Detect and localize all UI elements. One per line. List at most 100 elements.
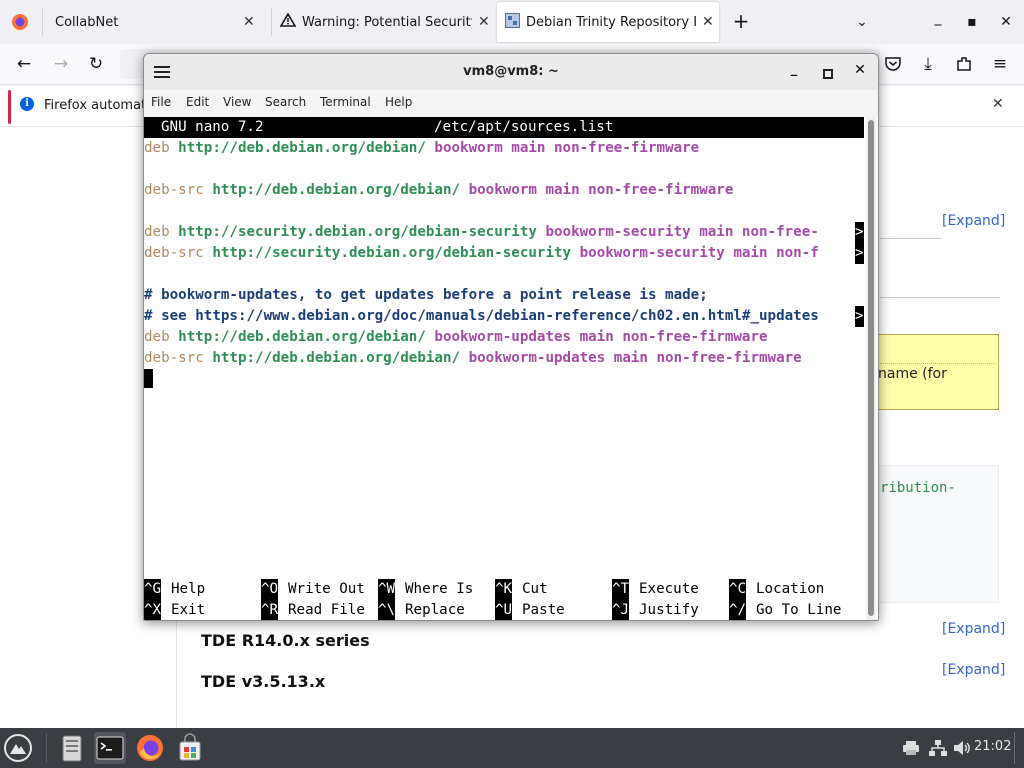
firefox-view-icon[interactable]: [10, 12, 30, 32]
pocket-icon[interactable]: [881, 52, 905, 76]
menu-terminal[interactable]: Terminal: [320, 95, 371, 109]
shortcut-key: ^/: [729, 600, 747, 620]
maximize-button[interactable]: ▪: [960, 10, 984, 34]
shortcut-label[interactable]: Write Out: [288, 579, 365, 600]
repo-url: http://deb.debian.org/debian/: [178, 329, 426, 345]
tab-title: CollabNet: [55, 14, 119, 30]
line-truncation-marker: >: [855, 222, 864, 243]
scrollbar-thumb[interactable]: [868, 120, 874, 616]
info-icon: i: [20, 97, 34, 111]
shortcut-label[interactable]: Go To Line: [756, 600, 841, 620]
close-window-button[interactable]: ✕: [994, 10, 1018, 34]
sources-list-line: deb http://security.debian.org/debian-se…: [144, 222, 819, 243]
shortcut-label[interactable]: Exit: [171, 600, 205, 620]
network-icon[interactable]: [928, 739, 948, 761]
shortcut-label[interactable]: Paste: [522, 600, 565, 620]
code-text: ribution-: [880, 480, 956, 496]
shortcut-key: ^\: [378, 600, 396, 620]
repo-type: deb-src: [144, 245, 213, 261]
notice-text: name (for: [878, 366, 947, 382]
expand-link[interactable]: [Expand]: [942, 662, 1005, 678]
reload-icon[interactable]: ↻: [84, 52, 108, 76]
repo-url: http://deb.debian.org/debian/: [212, 350, 461, 366]
expand-link[interactable]: [Expand]: [942, 213, 1005, 229]
clock[interactable]: 21:02: [974, 739, 1011, 754]
shortcut-key: ^R: [261, 600, 279, 620]
repo-url: http://security.debian.org/debian-securi…: [212, 245, 572, 261]
terminal-icon[interactable]: [94, 732, 126, 764]
shortcut-label[interactable]: Replace: [405, 600, 465, 620]
repo-url: http://deb.debian.org/debian/: [178, 140, 426, 156]
nano-version: GNU nano 7.2: [161, 119, 264, 135]
shortcut-key: ^X: [144, 600, 162, 620]
sources-list-line: # see https://www.debian.org/doc/manuals…: [144, 306, 819, 327]
shortcut-label[interactable]: Location: [756, 579, 824, 600]
shortcut-label[interactable]: Execute: [639, 579, 699, 600]
menu-search[interactable]: Search: [265, 95, 306, 109]
sources-list-line: deb http://deb.debian.org/debian/ bookwo…: [144, 327, 768, 348]
menu-file[interactable]: File: [151, 95, 171, 109]
list-all-tabs-button[interactable]: ⌄: [850, 10, 874, 34]
tab-security-warning[interactable]: Warning: Potential Security R ✕: [272, 0, 494, 44]
software-store-icon[interactable]: [174, 732, 206, 764]
terminal-titlebar[interactable]: vm8@vm8: ~ _ ✕: [144, 54, 878, 91]
menu-view[interactable]: View: [223, 95, 251, 109]
repo-url: http://security.debian.org/debian-securi…: [178, 224, 537, 240]
forward-arrow-icon[interactable]: →: [49, 52, 73, 76]
repo-components: bookworm main non-free-firmware: [460, 182, 734, 198]
minimize-button[interactable]: _: [784, 62, 804, 77]
shortcut-key: ^O: [261, 579, 279, 600]
section-heading: TDE v3.5.13.x: [201, 672, 326, 691]
repo-components: bookworm-updates main non-free-firmware: [425, 329, 768, 345]
shortcut-key: ^U: [495, 600, 513, 620]
menu-help[interactable]: Help: [385, 95, 412, 109]
sources-list-line: deb-src http://security.debian.org/debia…: [144, 243, 819, 264]
notification-text: Firefox automatic: [44, 98, 157, 113]
extensions-icon[interactable]: [952, 52, 976, 76]
tab-collabnet[interactable]: CollabNet ✕: [43, 0, 271, 44]
close-icon[interactable]: ✕: [702, 14, 714, 30]
close-window-button[interactable]: ✕: [850, 62, 870, 78]
shortcut-label[interactable]: Where Is: [405, 579, 473, 600]
volume-icon[interactable]: [952, 739, 972, 761]
file-manager-icon[interactable]: [56, 732, 88, 764]
sources-list-line: deb http://deb.debian.org/debian/ bookwo…: [144, 138, 699, 159]
minimize-button[interactable]: _: [926, 6, 950, 30]
repo-type: deb-src: [144, 350, 213, 366]
repo-type: deb-src: [144, 182, 213, 198]
repo-type: deb: [144, 224, 179, 240]
maximize-button[interactable]: [818, 64, 838, 83]
warning-icon: [279, 12, 297, 31]
close-icon[interactable]: ✕: [478, 14, 490, 30]
firefox-icon[interactable]: [134, 732, 166, 764]
downloads-icon[interactable]: ⤓: [916, 52, 940, 76]
nano-editor[interactable]: GNU nano 7.2 /etc/apt/sources.list deb h…: [144, 117, 864, 620]
close-icon[interactable]: ✕: [243, 14, 255, 30]
expand-link[interactable]: [Expand]: [942, 621, 1005, 637]
nano-filename: /etc/apt/sources.list: [434, 119, 614, 135]
shortcut-key: ^G: [144, 579, 162, 600]
printer-icon[interactable]: [902, 740, 920, 760]
menu-edit[interactable]: Edit: [186, 95, 209, 109]
repo-url: http://deb.debian.org/debian/: [212, 182, 461, 198]
close-icon[interactable]: ✕: [992, 96, 1004, 112]
shortcut-label[interactable]: Cut: [522, 579, 548, 600]
menu-hamburger-icon[interactable]: ≡: [988, 52, 1012, 76]
shortcut-key: ^C: [729, 579, 747, 600]
shortcut-label[interactable]: Read File: [288, 600, 365, 620]
back-arrow-icon[interactable]: ←: [12, 52, 36, 76]
menu-icon[interactable]: [3, 733, 33, 763]
shortcut-label[interactable]: Justify: [639, 600, 699, 620]
shortcut-key: ^K: [495, 579, 513, 600]
shortcut-key: ^J: [612, 600, 630, 620]
repo-components: bookworm-security main non-free-: [536, 224, 819, 240]
show-desktop-button[interactable]: [1014, 732, 1023, 764]
tab-debian-trinity[interactable]: Debian Trinity Repository Inst ✕: [497, 2, 719, 42]
new-tab-button[interactable]: +: [731, 9, 751, 33]
repo-type: deb: [144, 140, 179, 156]
trinity-favicon-icon: [505, 12, 520, 32]
line-truncation-marker: >: [855, 306, 864, 327]
terminal-window[interactable]: vm8@vm8: ~ _ ✕ File Edit View Search Ter…: [143, 53, 879, 621]
shortcut-label[interactable]: Help: [171, 579, 205, 600]
sources-list-line: deb-src http://deb.debian.org/debian/ bo…: [144, 348, 802, 369]
